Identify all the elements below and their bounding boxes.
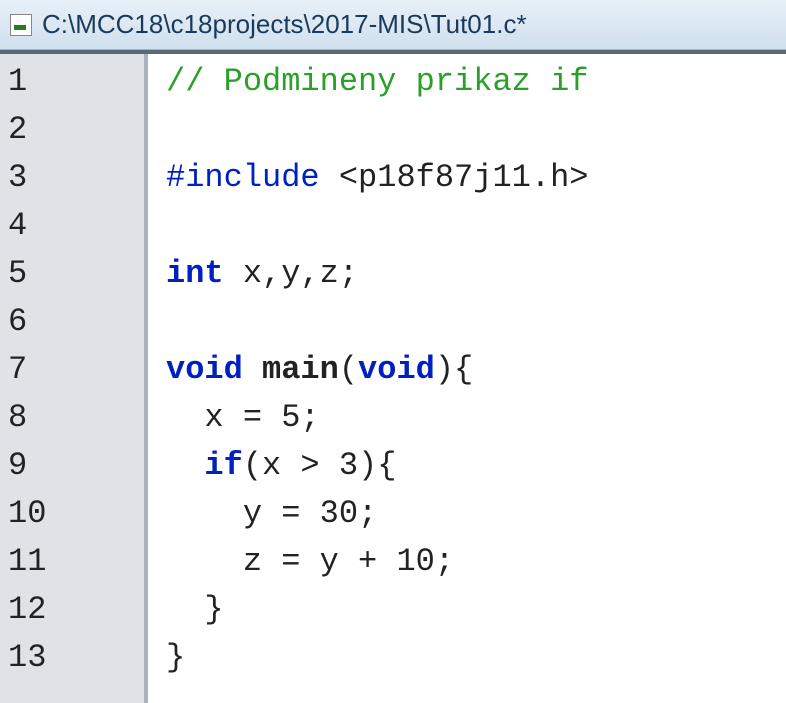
code-line[interactable]: #include <p18f87j11.h> <box>166 154 786 202</box>
code-line[interactable]: z = y + 10; <box>166 538 786 586</box>
line-number: 1 <box>0 58 144 106</box>
app-icon <box>10 14 32 36</box>
code-editor[interactable]: 12345678910111213 // Podmineny prikaz if… <box>0 50 786 703</box>
code-token <box>243 351 262 388</box>
code-line[interactable]: y = 30; <box>166 490 786 538</box>
line-number: 5 <box>0 250 144 298</box>
line-number: 12 <box>0 586 144 634</box>
window-title: C:\MCC18\c18projects\2017-MIS\Tut01.c* <box>42 9 527 40</box>
line-number: 11 <box>0 538 144 586</box>
code-line[interactable] <box>166 298 786 346</box>
code-token <box>166 447 204 484</box>
code-token: if <box>204 447 242 484</box>
code-token: void <box>166 351 243 388</box>
line-number: 4 <box>0 202 144 250</box>
code-token: // Podmineny prikaz if <box>166 63 588 100</box>
code-token: y = 30; <box>166 495 377 532</box>
code-token: (x > 3){ <box>243 447 397 484</box>
code-token: #include <box>166 159 320 196</box>
line-number: 13 <box>0 634 144 682</box>
code-token: int <box>166 255 224 292</box>
code-token: x,y,z; <box>224 255 358 292</box>
line-number: 8 <box>0 394 144 442</box>
code-token: } <box>166 591 224 628</box>
code-line[interactable]: void main(void){ <box>166 346 786 394</box>
code-line[interactable]: } <box>166 634 786 682</box>
code-token: ( <box>339 351 358 388</box>
code-line[interactable]: x = 5; <box>166 394 786 442</box>
code-line[interactable] <box>166 202 786 250</box>
code-token: } <box>166 639 185 676</box>
line-number-gutter: 12345678910111213 <box>0 54 148 703</box>
code-area[interactable]: // Podmineny prikaz if #include <p18f87j1… <box>148 54 786 703</box>
code-token: <p18f87j11.h> <box>339 159 589 196</box>
code-token: main <box>262 351 339 388</box>
code-line[interactable]: // Podmineny prikaz if <box>166 58 786 106</box>
line-number: 9 <box>0 442 144 490</box>
line-number: 7 <box>0 346 144 394</box>
code-line[interactable]: } <box>166 586 786 634</box>
code-line[interactable] <box>166 106 786 154</box>
code-line[interactable]: int x,y,z; <box>166 250 786 298</box>
code-token: void <box>358 351 435 388</box>
code-line[interactable]: if(x > 3){ <box>166 442 786 490</box>
titlebar[interactable]: C:\MCC18\c18projects\2017-MIS\Tut01.c* <box>0 0 786 50</box>
line-number: 10 <box>0 490 144 538</box>
code-token: x = 5; <box>166 399 320 436</box>
code-token: z = y + 10; <box>166 543 454 580</box>
code-token <box>320 159 339 196</box>
code-token: ){ <box>435 351 473 388</box>
line-number: 2 <box>0 106 144 154</box>
line-number: 3 <box>0 154 144 202</box>
line-number: 6 <box>0 298 144 346</box>
